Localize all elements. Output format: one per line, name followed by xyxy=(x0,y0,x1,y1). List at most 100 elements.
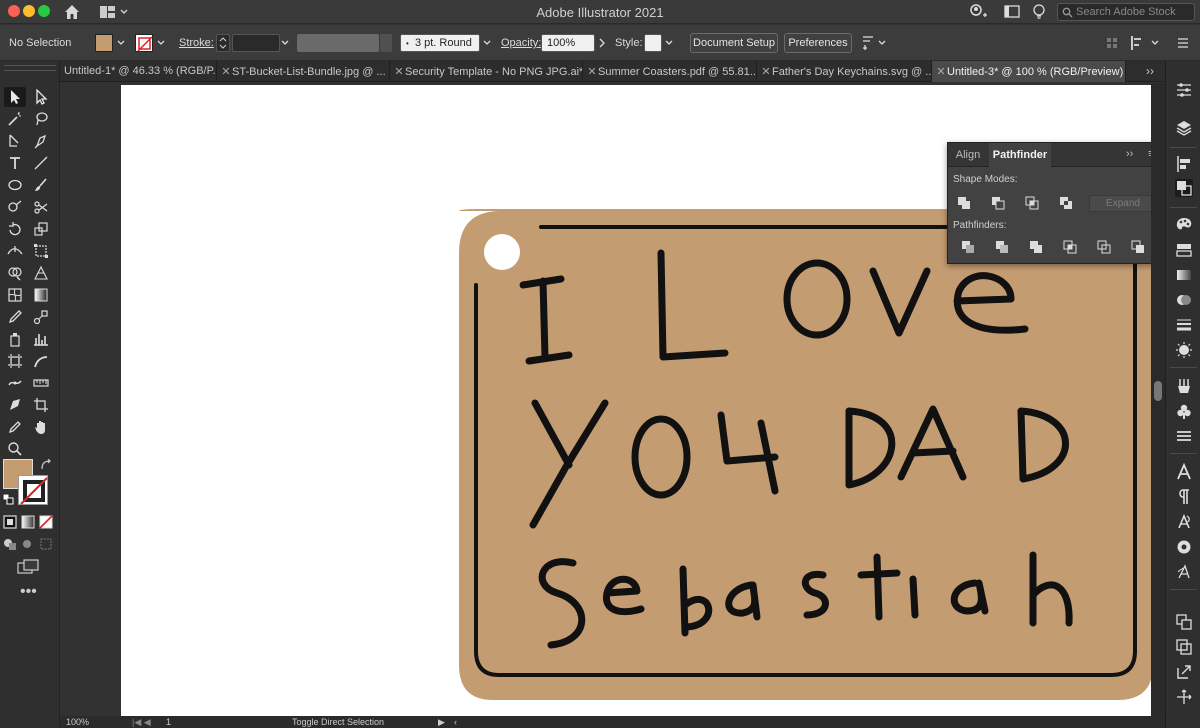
paintbrush-tool-icon[interactable] xyxy=(30,175,52,195)
document-tab[interactable]: ✕Security Template - No PNG JPG.ai* xyxy=(390,61,583,82)
opacity-label[interactable]: Opacity: xyxy=(501,37,541,49)
intersect-button[interactable] xyxy=(1022,194,1042,212)
transform-panel-icon[interactable] xyxy=(1175,688,1193,706)
shaper-tool-icon[interactable] xyxy=(4,197,26,217)
arrange-documents-icon[interactable] xyxy=(1003,3,1021,21)
free-transform-tool-icon[interactable] xyxy=(30,241,52,261)
share-user-icon[interactable] xyxy=(968,3,990,21)
symbols-icon[interactable] xyxy=(1175,402,1193,420)
brush-definition-dropdown[interactable]: • 3 pt. Round xyxy=(400,34,480,52)
minus-front-button[interactable] xyxy=(988,194,1008,212)
magic-wand-tool-icon[interactable] xyxy=(4,109,26,129)
type-tool-icon[interactable] xyxy=(4,153,26,173)
divide-button[interactable] xyxy=(958,238,978,256)
document-tab[interactable]: Untitled-1* @ 46.33 % (RGB/P... xyxy=(60,61,217,82)
tab-align[interactable]: Align xyxy=(948,143,988,167)
brushes-icon[interactable] xyxy=(1175,377,1193,395)
draw-inside-icon[interactable] xyxy=(39,537,53,551)
zoom-level[interactable]: 100% xyxy=(66,717,89,727)
gradient-tool-icon[interactable] xyxy=(30,285,52,305)
unite-button[interactable] xyxy=(954,194,974,212)
eyedropper-tool-icon[interactable] xyxy=(4,307,26,327)
status-menu-icon[interactable]: ▶ xyxy=(438,717,445,728)
crop-pathfinder-button[interactable] xyxy=(1060,238,1080,256)
merge-button[interactable] xyxy=(1026,238,1046,256)
opacity-input[interactable]: 100% xyxy=(541,34,595,52)
stroke-swatch[interactable] xyxy=(135,34,153,52)
align-panel-icon[interactable] xyxy=(1175,155,1193,173)
draw-behind-icon[interactable] xyxy=(21,537,35,551)
slice-tool-icon[interactable] xyxy=(30,351,52,371)
screen-mode-icon[interactable] xyxy=(17,559,39,575)
artboards-icon[interactable] xyxy=(1175,613,1193,631)
artboard-tool-icon[interactable] xyxy=(4,351,26,371)
hand-tool-icon[interactable] xyxy=(30,417,52,437)
eraser-tool-icon[interactable] xyxy=(30,197,52,217)
chevron-right-icon[interactable] xyxy=(596,34,608,52)
vertical-scroll-thumb[interactable] xyxy=(1154,381,1162,401)
shape-builder-tool-icon[interactable] xyxy=(4,263,26,283)
gradient-mode-icon[interactable] xyxy=(21,515,35,529)
measure-tool-icon[interactable] xyxy=(30,373,52,393)
chevron-down-icon[interactable] xyxy=(663,34,675,52)
glyphs-icon[interactable] xyxy=(1175,563,1193,581)
close-tab-icon[interactable]: ✕ xyxy=(760,65,772,78)
rotate-tool-icon[interactable] xyxy=(4,219,26,239)
document-tab-active[interactable]: ✕Untitled-3* @ 100 % (RGB/Preview) xyxy=(932,61,1126,82)
expand-button[interactable]: Expand xyxy=(1089,195,1157,212)
chevron-down-icon[interactable] xyxy=(1149,34,1161,52)
color-mode-icon[interactable] xyxy=(3,515,17,529)
search-adobe-stock-input[interactable]: Search Adobe Stock xyxy=(1057,3,1195,21)
stroke-label[interactable]: Stroke: xyxy=(179,37,214,49)
close-tab-icon[interactable]: ✕ xyxy=(586,65,598,78)
swatches-icon[interactable] xyxy=(1175,241,1193,259)
collapse-panel-icon[interactable]: ›› xyxy=(1126,148,1133,160)
scale-tool-icon[interactable] xyxy=(30,219,52,239)
puppet-warp-tool-icon[interactable] xyxy=(4,373,26,393)
blend-tool-icon[interactable] xyxy=(30,307,52,327)
tabs-overflow-icon[interactable]: ›› xyxy=(1146,64,1154,78)
tab-pathfinder[interactable]: Pathfinder xyxy=(989,143,1051,167)
character-icon[interactable] xyxy=(1175,462,1193,481)
color-icon[interactable] xyxy=(1175,216,1193,234)
crop-tool-icon[interactable] xyxy=(30,395,52,415)
align-icon[interactable] xyxy=(1129,34,1145,52)
fill-swatch[interactable] xyxy=(95,34,113,52)
chevron-down-icon[interactable] xyxy=(115,34,127,52)
line-segment-tool-icon[interactable] xyxy=(30,153,52,173)
selection-tool-icon[interactable] xyxy=(4,87,26,107)
column-graph-tool-icon[interactable] xyxy=(30,329,52,349)
asset-export-icon[interactable] xyxy=(1175,638,1193,656)
panel-grip[interactable] xyxy=(4,65,56,71)
document-tab[interactable]: ✕Summer Coasters.pdf @ 55.81... xyxy=(583,61,757,82)
vertical-scrollbar[interactable] xyxy=(1151,83,1165,716)
appearance-icon[interactable] xyxy=(1175,341,1193,359)
zoom-tool-icon[interactable] xyxy=(4,439,26,459)
ellipse-tool-icon[interactable] xyxy=(4,175,26,195)
transform-options-icon[interactable] xyxy=(860,33,888,53)
close-tab-icon[interactable]: ✕ xyxy=(935,65,947,78)
variable-width-dropdown[interactable] xyxy=(380,34,392,52)
curvature-tool-icon[interactable] xyxy=(30,131,52,151)
width-tool-icon[interactable] xyxy=(4,241,26,261)
first-artboard-icon[interactable]: |◀ ◀ xyxy=(132,717,151,728)
default-fill-stroke-icon[interactable] xyxy=(2,493,14,505)
close-tab-icon[interactable]: ✕ xyxy=(220,65,232,78)
lasso-tool-icon[interactable] xyxy=(30,109,52,129)
stroke-weight-input[interactable] xyxy=(232,34,280,52)
opentype-icon[interactable] xyxy=(1175,513,1193,531)
paragraph-icon[interactable] xyxy=(1175,488,1193,506)
layers-icon[interactable] xyxy=(1175,119,1193,137)
stroke-panel-icon[interactable] xyxy=(1175,316,1193,334)
gradient-panel-icon[interactable] xyxy=(1175,266,1193,284)
isolate-icon[interactable] xyxy=(1105,34,1119,52)
transparency-icon[interactable] xyxy=(1175,291,1193,309)
artboard-number[interactable]: 1 xyxy=(166,717,171,727)
pen-tool-icon[interactable] xyxy=(4,131,26,151)
draw-normal-icon[interactable] xyxy=(3,537,17,551)
outline-button[interactable] xyxy=(1094,238,1114,256)
perspective-grid-tool-icon[interactable] xyxy=(30,263,52,283)
symbol-sprayer-tool-icon[interactable] xyxy=(4,329,26,349)
live-paint-tool-icon[interactable] xyxy=(4,395,26,415)
exclude-button[interactable] xyxy=(1056,194,1076,212)
